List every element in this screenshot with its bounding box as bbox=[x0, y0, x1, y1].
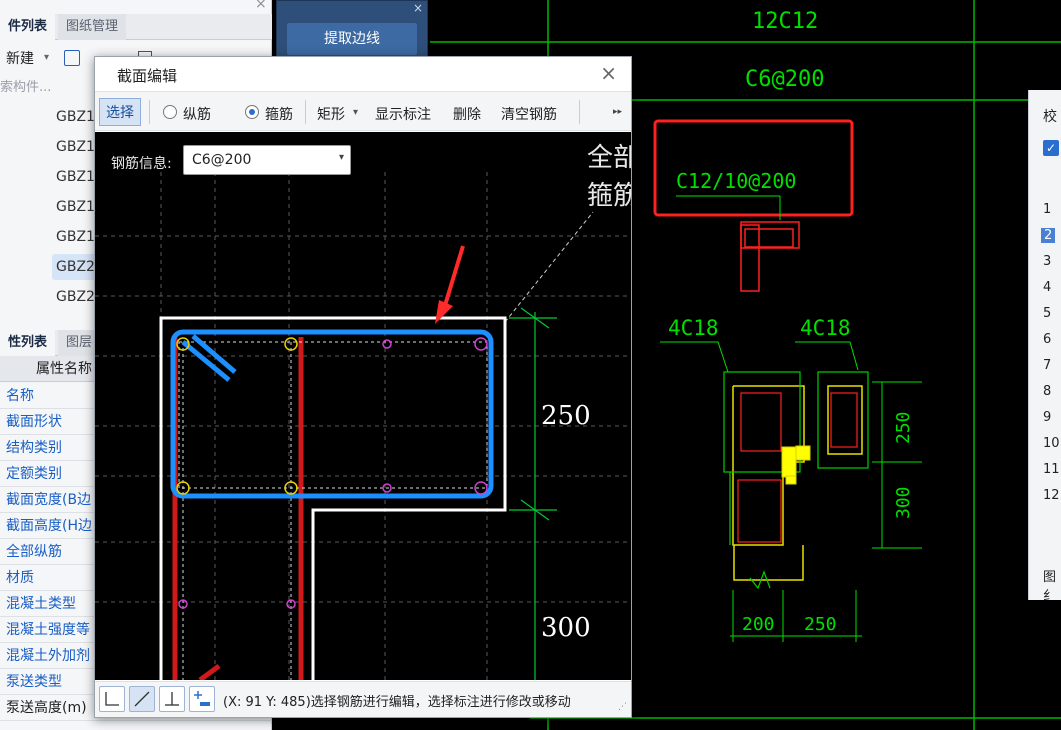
clear-rebar-button[interactable]: 清空钢筋 bbox=[501, 104, 557, 124]
section-edit-dialog: 截面编辑 × 选择 纵筋 箍筋 矩形 ▾ 显示标注 删除 清空钢筋 ▸▸ 全 箍… bbox=[94, 56, 632, 718]
rebar-info-label: 钢筋信息: bbox=[111, 156, 172, 172]
list-item[interactable]: 8 bbox=[1043, 384, 1051, 399]
dialog-close-icon[interactable]: × bbox=[600, 61, 617, 85]
dialog-status-bar: (X: 91 Y: 485)选择钢筋进行编辑，选择标注进行修改或移动 ⋰ bbox=[95, 681, 631, 717]
property-name-header: 属性名称 bbox=[36, 361, 92, 377]
list-item[interactable]: GBZ1 bbox=[52, 104, 96, 130]
app-window: 12C12 C6@200 C12/10@200 4C18 4C18 250 30… bbox=[0, 0, 1061, 730]
property-name: 混凝土外加剂 bbox=[6, 648, 90, 664]
property-name: 名称 bbox=[6, 388, 34, 404]
status-text: (X: 91 Y: 485)选择钢筋进行编辑，选择标注进行修改或移动 bbox=[223, 695, 571, 710]
list-item[interactable]: GBZ2 bbox=[52, 284, 96, 310]
list-item-selected[interactable]: GBZ2 bbox=[52, 254, 96, 280]
check-panel: 校 ✓ 1 2 3 4 5 6 7 8 9 10 11 12 图纟 bbox=[1028, 90, 1061, 604]
list-item[interactable]: GBZ1 bbox=[52, 164, 96, 190]
cad-label-left-bar: 4C18 bbox=[668, 316, 719, 340]
dialog-title: 截面编辑 bbox=[117, 67, 178, 85]
cad-label-right-bar: 4C18 bbox=[800, 316, 851, 340]
stirrup-label: 箍筋 bbox=[265, 107, 293, 123]
check-panel-title: 校 bbox=[1043, 109, 1057, 125]
longitudinal-label: 纵筋 bbox=[183, 107, 211, 123]
property-name: 截面形状 bbox=[6, 414, 62, 430]
cad-dim-250-v: 250 bbox=[893, 411, 914, 444]
new-button[interactable]: 新建 bbox=[6, 48, 34, 68]
check-panel-footer: 图纟 bbox=[1043, 570, 1057, 604]
list-item[interactable]: 11 bbox=[1043, 462, 1060, 477]
perpendicular-mode-icon[interactable] bbox=[159, 686, 185, 712]
extract-edge-panel: × 提取边线 bbox=[276, 0, 428, 62]
toolbar-divider bbox=[579, 100, 580, 124]
section-canvas[interactable]: 全部 箍筋 bbox=[95, 132, 631, 680]
delete-button[interactable]: 删除 bbox=[453, 104, 481, 124]
longitudinal-radio[interactable] bbox=[163, 105, 177, 119]
property-name: 定额类别 bbox=[6, 466, 62, 482]
component-tabbar: 件列表 图纸管理 bbox=[0, 14, 272, 40]
list-item[interactable]: GBZ1 bbox=[52, 194, 96, 220]
property-name: 截面高度(H边 bbox=[6, 518, 92, 534]
canvas-dim-250: 250 bbox=[541, 401, 591, 431]
resize-grip-icon[interactable]: ⋰ bbox=[618, 702, 627, 712]
diagonal-mode-icon[interactable] bbox=[129, 686, 155, 712]
left-panel-close-icon[interactable]: × bbox=[255, 0, 267, 12]
canvas-dim-300: 300 bbox=[541, 613, 591, 643]
rebar-info-value: C6@200 bbox=[192, 152, 252, 168]
more-tools-icon[interactable]: ▸▸ bbox=[613, 107, 622, 117]
list-item[interactable]: 4 bbox=[1043, 280, 1051, 295]
list-item[interactable]: 6 bbox=[1043, 332, 1051, 347]
cad-label-top2: C6@200 bbox=[745, 67, 824, 92]
tab-drawing-management[interactable]: 图纸管理 bbox=[58, 14, 127, 40]
canvas-annotation-text-2: 箍筋 bbox=[587, 181, 631, 211]
select-tool-button[interactable]: 选择 bbox=[99, 98, 141, 126]
list-item[interactable]: 10 bbox=[1043, 436, 1060, 451]
copy-icon[interactable] bbox=[64, 50, 80, 66]
list-item-selected[interactable]: 2 bbox=[1041, 228, 1056, 243]
toolbar-divider bbox=[149, 100, 150, 124]
snap-add-icon[interactable] bbox=[189, 686, 215, 712]
cad-dim-250-h: 250 bbox=[804, 614, 837, 635]
chevron-down-icon: ▾ bbox=[338, 152, 344, 163]
stirrup-radio[interactable] bbox=[245, 105, 259, 119]
list-item[interactable]: GBZ1 bbox=[52, 224, 96, 250]
tab-component-list[interactable]: 件列表 bbox=[0, 14, 56, 40]
list-item[interactable]: 1 bbox=[1043, 202, 1051, 217]
tab-property-list[interactable]: 性列表 bbox=[0, 330, 56, 356]
property-name: 混凝土类型 bbox=[6, 596, 76, 612]
list-item[interactable]: 3 bbox=[1043, 254, 1051, 269]
show-annotation-button[interactable]: 显示标注 bbox=[375, 104, 431, 124]
dialog-title-bar[interactable]: 截面编辑 × bbox=[95, 57, 631, 91]
cad-dim-300-v: 300 bbox=[893, 486, 914, 519]
property-name: 泵送类型 bbox=[6, 674, 62, 690]
dialog-toolbar: 选择 纵筋 箍筋 矩形 ▾ 显示标注 删除 清空钢筋 ▸▸ bbox=[95, 91, 631, 131]
property-name: 泵送高度(m) bbox=[6, 700, 87, 716]
cad-label-top1: 12C12 bbox=[752, 9, 818, 34]
checkbox-checked-icon[interactable]: ✓ bbox=[1043, 140, 1059, 156]
extract-panel-close-icon[interactable]: × bbox=[413, 1, 423, 15]
property-name: 全部纵筋 bbox=[6, 544, 62, 560]
shape-caret-icon[interactable]: ▾ bbox=[353, 107, 358, 118]
list-item[interactable]: GBZ1 bbox=[52, 134, 96, 160]
list-item[interactable]: 9 bbox=[1043, 410, 1051, 425]
extract-edge-button[interactable]: 提取边线 bbox=[287, 23, 417, 55]
list-item[interactable]: 7 bbox=[1043, 358, 1051, 373]
property-name: 混凝土强度等 bbox=[6, 622, 90, 638]
orthogonal-mode-icon[interactable] bbox=[99, 686, 125, 712]
new-caret-icon[interactable]: ▾ bbox=[44, 52, 49, 63]
canvas-annotation-text-1: 全部 bbox=[587, 143, 631, 173]
property-name: 结构类别 bbox=[6, 440, 62, 456]
cad-label-stirrup: C12/10@200 bbox=[676, 169, 796, 193]
list-item[interactable]: 12 bbox=[1043, 488, 1060, 503]
property-name: 材质 bbox=[6, 570, 34, 586]
shape-dropdown[interactable]: 矩形 bbox=[317, 104, 345, 124]
rebar-info-dropdown[interactable]: C6@200 ▾ bbox=[183, 145, 351, 175]
list-item[interactable]: 5 bbox=[1043, 306, 1051, 321]
toolbar-divider bbox=[305, 100, 306, 124]
cad-dim-200-h: 200 bbox=[742, 614, 775, 635]
property-name: 截面宽度(B边 bbox=[6, 492, 92, 508]
